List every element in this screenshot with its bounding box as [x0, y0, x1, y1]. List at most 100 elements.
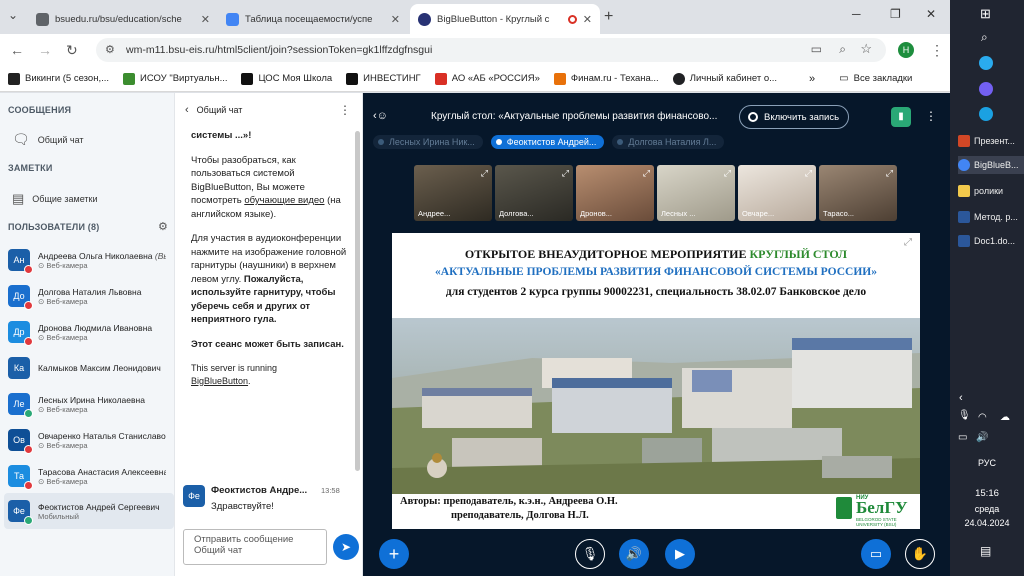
bookmark-item[interactable]: ИСОУ "Виртуальн... — [123, 72, 227, 85]
user-item[interactable]: Ан Андреева Ольга Николаевна (Вы) ⊙ Веб-к… — [8, 243, 173, 277]
bookmark-item[interactable]: ЦОС Моя Школа — [241, 72, 332, 85]
zoom-icon[interactable]: ⌕ — [839, 42, 846, 57]
user-item[interactable]: До Долгова Наталия Львовна ⊙ Веб-камера — [8, 279, 173, 313]
close-icon[interactable]: ✕ — [201, 13, 210, 26]
tutorial-video-link[interactable]: обучающие видео — [244, 195, 324, 206]
tab-title: Таблица посещаемости/успе — [245, 13, 373, 25]
notifications-icon[interactable]: ▤ — [980, 544, 991, 558]
chat-input[interactable]: Отправить сообщение Общий чат — [183, 529, 327, 565]
tab-search-icon[interactable]: ⌄ — [8, 8, 18, 22]
taskbar-item[interactable]: BigBlueB... — [958, 156, 1024, 174]
record-button[interactable]: Включить запись — [739, 105, 849, 129]
forward-icon[interactable]: → — [38, 42, 52, 58]
camera-button[interactable]: ▶ — [665, 539, 695, 569]
reload-icon[interactable]: ↻ — [66, 42, 78, 59]
new-tab-button[interactable]: + — [604, 8, 613, 26]
tab-bigbluebutton[interactable]: BigBlueButton - Круглый с ✕ — [410, 4, 600, 34]
camera-icon[interactable]: ▭ — [811, 42, 822, 56]
video-tile[interactable]: ⤢ Овчаре... — [738, 165, 816, 221]
taskbar-item[interactable]: Метод. р... — [958, 208, 1024, 226]
shared-notes-item[interactable]: ▤ Общие заметки — [12, 191, 98, 207]
connection-status-icon[interactable]: ▮ — [891, 107, 911, 127]
profile-avatar[interactable]: H — [898, 42, 914, 58]
clock-time[interactable]: 15:16 — [950, 488, 1024, 499]
site-info-icon[interactable]: ⚙ — [105, 43, 115, 56]
expand-icon[interactable]: ⤢ — [886, 168, 893, 179]
bookmark-item[interactable]: ИНВЕСТИНГ — [346, 72, 421, 85]
presentation-button[interactable]: ▭ — [861, 539, 891, 569]
close-icon[interactable]: ✕ — [391, 13, 400, 26]
user-item[interactable]: Ов Овчаренко Наталья Станиславовна ⊙ Веб-… — [8, 423, 173, 457]
menu-icon[interactable]: ⋮ — [930, 42, 944, 59]
back-icon[interactable]: ← — [10, 42, 24, 58]
expand-icon[interactable]: ⤢ — [562, 168, 569, 179]
bookmark-item[interactable]: Викинги (5 сезон,... — [8, 72, 109, 85]
expand-icon[interactable]: ⤢ — [481, 168, 488, 179]
viber-icon[interactable] — [979, 82, 993, 96]
talker-chip[interactable]: Лесных Ирина Ник... — [373, 135, 483, 149]
expand-icon[interactable]: ⤢ — [805, 168, 812, 179]
address-bar[interactable]: ⚙ wm-m11.bsu-eis.ru/html5client/join?ses… — [96, 38, 886, 62]
microphone-icon[interactable]: 🎙 — [958, 410, 971, 421]
battery-icon[interactable]: ▭ — [958, 432, 967, 443]
onedrive-icon[interactable]: ☁ — [1000, 412, 1010, 423]
restore-button[interactable]: ❐ — [890, 7, 901, 21]
start-icon[interactable]: ⊞ — [980, 6, 991, 22]
edge-icon[interactable] — [979, 107, 993, 121]
video-tile[interactable]: ⤢ Лесных ... — [657, 165, 735, 221]
bookmark-item[interactable]: Личный кабинет о... — [672, 72, 777, 85]
user-name: Лесных Ирина Николаевна — [38, 394, 145, 405]
send-button[interactable]: ➤ — [333, 534, 359, 560]
actions-button[interactable]: + — [379, 539, 409, 569]
volume-icon[interactable]: 🔊 — [976, 432, 988, 443]
user-item[interactable]: Та Тарасова Анастасия Алексеевна ⊙ Веб-ка… — [8, 459, 173, 493]
minimize-button[interactable]: ─ — [852, 7, 861, 21]
audio-button[interactable]: 🔊 — [619, 539, 649, 569]
raise-hand-button[interactable]: ✋ — [905, 539, 935, 569]
chat-icon: 🗨 — [12, 131, 30, 147]
chat-scrollbar[interactable] — [355, 131, 360, 471]
video-tile[interactable]: ⤢ Долгова... — [495, 165, 573, 221]
close-icon[interactable]: ✕ — [583, 13, 592, 26]
taskbar-item[interactable]: Doc1.do... — [958, 232, 1024, 250]
talker-chip[interactable]: Долгова Наталия Л... — [612, 135, 725, 149]
tab-bsuedu[interactable]: bsuedu.ru/bsu/education/sche ✕ — [28, 4, 218, 34]
chevron-left-icon[interactable]: ‹ — [185, 104, 189, 116]
more-bookmarks-button[interactable]: » — [809, 73, 815, 85]
hand-icon: ✋ — [911, 546, 929, 561]
taskbar-item[interactable]: ролики — [958, 182, 1024, 200]
expand-icon[interactable]: ⤢ — [724, 168, 731, 179]
bookmark-item[interactable]: АО «АБ «РОССИЯ» — [434, 72, 540, 85]
video-tile[interactable]: ⤢ Дронов... — [576, 165, 654, 221]
search-icon[interactable]: ⌕ — [981, 30, 988, 45]
close-window-button[interactable]: ✕ — [926, 7, 936, 21]
gear-icon[interactable]: ⚙ — [158, 220, 168, 233]
mic-status-icon — [24, 481, 33, 490]
user-item-selected[interactable]: Фе Феоктистов Андрей Сергеевич Мобильный — [4, 493, 174, 529]
video-tile[interactable]: ⤢ Тарасо... — [819, 165, 897, 221]
public-chat-label: Общий чат — [37, 134, 84, 145]
slide-authors: Авторы: преподаватель, к.э.н., Андреева … — [400, 496, 618, 521]
all-bookmarks-button[interactable]: ▭ Все закладки — [839, 73, 912, 84]
expand-icon[interactable]: ⤢ — [643, 168, 650, 179]
user-item[interactable]: Ка Калмыков Максим Леонидович — [8, 351, 173, 385]
video-tile[interactable]: ⤢ Андрее... — [414, 165, 492, 221]
public-chat-item[interactable]: 🗨 Общий чат — [12, 131, 84, 148]
record-label: Включить запись — [764, 111, 840, 123]
mute-button[interactable]: 🎙 — [575, 539, 605, 569]
tab-attendance[interactable]: Таблица посещаемости/успе ✕ — [218, 4, 408, 34]
user-list-toggle-icon[interactable]: ‹☺ — [373, 110, 388, 122]
telegram-icon[interactable] — [979, 56, 993, 70]
options-icon[interactable]: ⋮ — [925, 109, 937, 123]
user-item[interactable]: Ле Лесных Ирина Николаевна ⊙ Веб-камера — [8, 387, 173, 421]
taskbar-item[interactable]: Презент... — [958, 132, 1024, 150]
language-indicator[interactable]: РУС — [950, 458, 1024, 468]
bookmark-star-icon[interactable]: ☆ — [860, 41, 872, 57]
wifi-icon[interactable]: ◠ — [978, 412, 987, 423]
talker-chip[interactable]: Феоктистов Андрей... — [490, 135, 605, 149]
chevron-left-icon[interactable]: ‹ — [959, 392, 963, 404]
chat-options-icon[interactable]: ⋮ — [339, 103, 351, 117]
bookmark-item[interactable]: Финам.ru - Техана... — [553, 72, 659, 85]
bbb-link[interactable]: BigBlueButton — [191, 376, 248, 386]
user-item[interactable]: Др Дронова Людмила Ивановна ⊙ Веб-камера — [8, 315, 173, 349]
